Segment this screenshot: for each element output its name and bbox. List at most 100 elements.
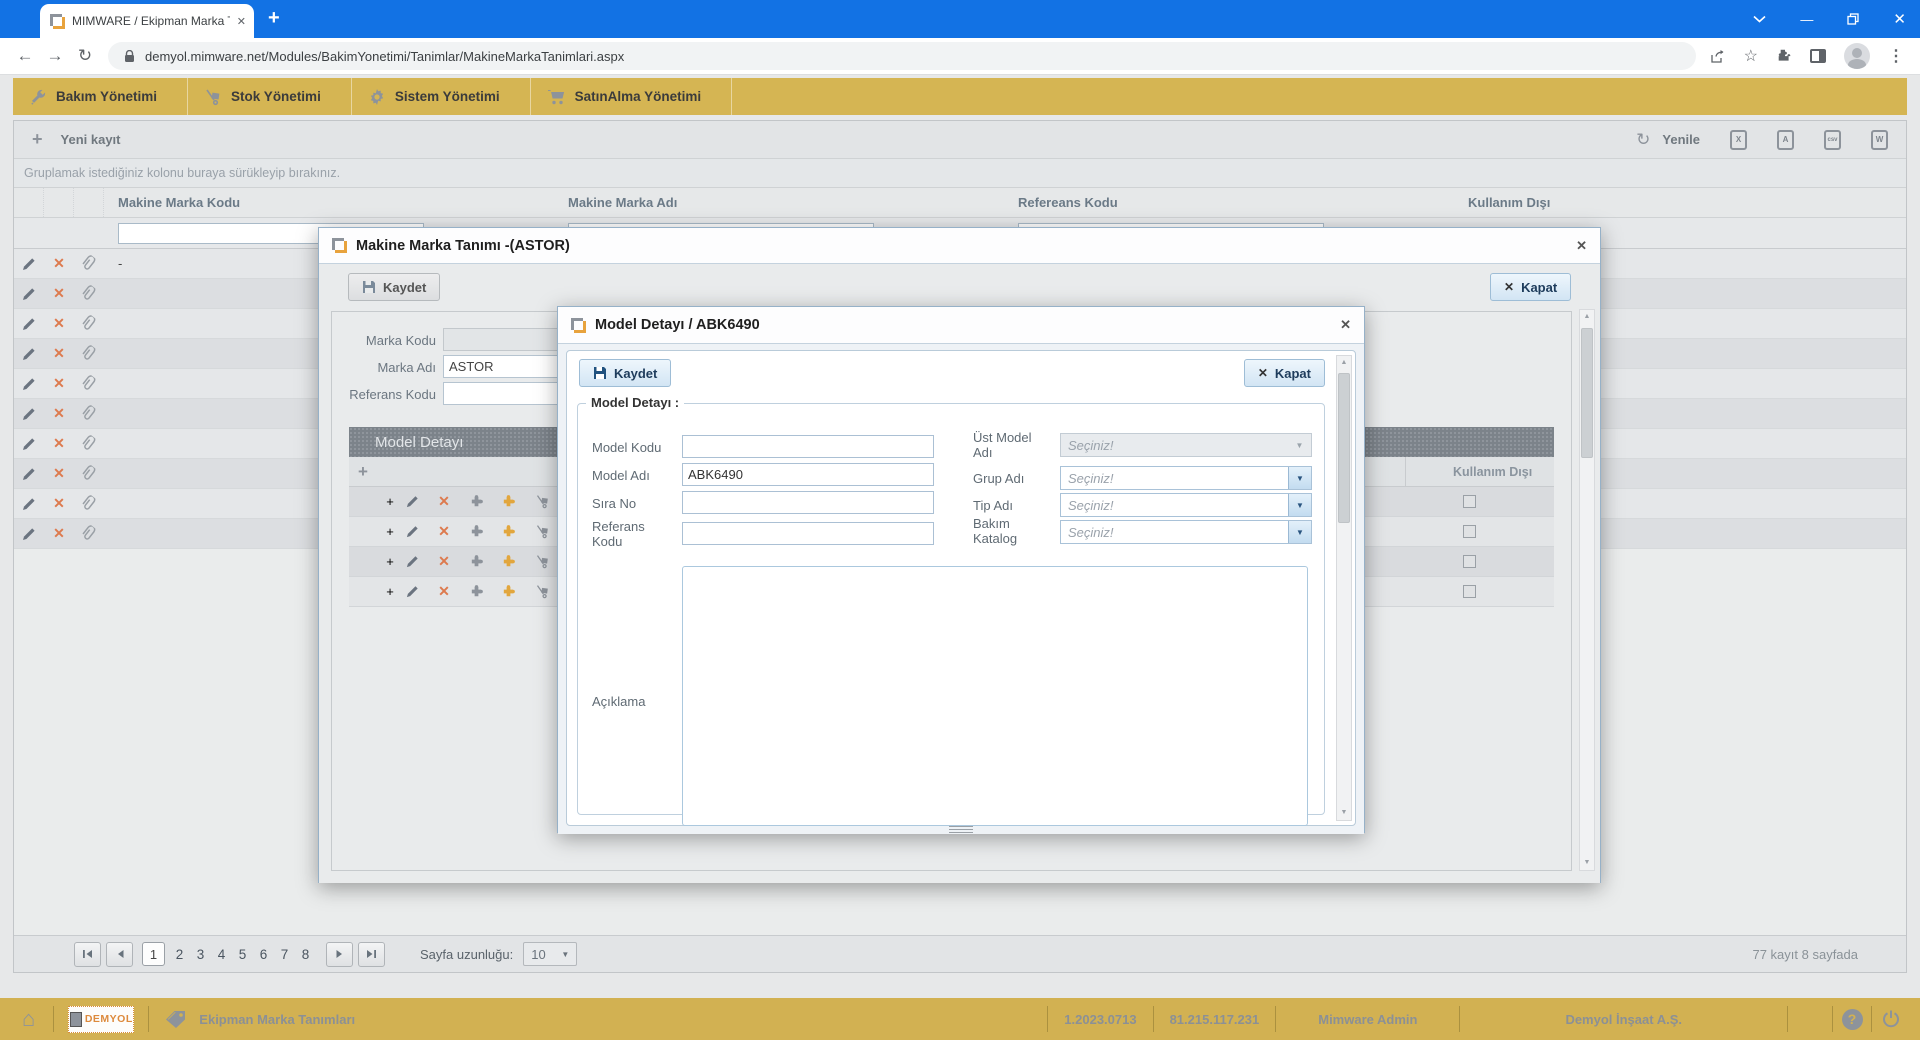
window-close-icon[interactable]: ✕ [1893,10,1906,28]
chevron-down-icon[interactable]: ▼ [1288,521,1311,543]
browser-tab[interactable]: MIMWARE / Ekipman Marka Tanı ✕ [40,4,254,38]
column-header-referans-kodu[interactable]: Refereans Kodu [1004,195,1454,210]
sira-no-input[interactable] [682,491,934,514]
scroll-down-icon[interactable]: ▼ [1341,806,1348,820]
modal-titlebar[interactable]: Makine Marka Tanımı -(ASTOR) ✕ [319,228,1600,264]
export-word-icon[interactable]: W [1871,130,1888,150]
refresh-button[interactable]: ↻ Yenile [1636,130,1700,150]
chevron-down-icon[interactable]: ▼ [1288,467,1311,489]
modal-close-icon[interactable]: ✕ [1576,238,1587,254]
kapat-button[interactable]: ✕ Kapat [1244,359,1325,387]
forward-icon[interactable]: → [40,46,70,66]
edit-pencil-icon[interactable] [14,459,44,488]
pager-page[interactable]: 8 [295,947,316,962]
new-record-plus-icon[interactable]: + [32,129,43,150]
handtruck-icon[interactable] [531,521,553,543]
delete-x-icon[interactable]: ✕ [433,581,455,603]
demyol-logo[interactable]: DEMYOL [68,1006,134,1033]
group-drop-zone[interactable]: Gruplamak istediğiniz kolonu buraya sürü… [14,159,1906,188]
delete-x-icon[interactable]: ✕ [44,369,74,398]
delete-x-icon[interactable]: ✕ [44,309,74,338]
chevron-down-icon[interactable]: ▼ [1288,494,1311,516]
edit-pencil-icon[interactable] [14,339,44,368]
pager-last-icon[interactable] [358,942,385,967]
attachment-paperclip-icon[interactable] [74,459,104,488]
pager-page[interactable]: 3 [190,947,211,962]
delete-x-icon[interactable]: ✕ [44,279,74,308]
pager-page[interactable]: 6 [253,947,274,962]
column-header-kullanim-disi[interactable]: Kullanım Dışı [1453,465,1532,479]
edit-pencil-icon[interactable] [401,581,423,603]
page-length-select[interactable]: 10 ▼ [523,942,577,966]
modal-titlebar[interactable]: Model Detayı / ABK6490 ✕ [558,307,1364,344]
model-adi-input[interactable] [682,463,934,486]
model-kodu-input[interactable] [682,435,934,458]
pager-prev-icon[interactable] [106,942,133,967]
delete-x-icon[interactable]: ✕ [44,459,74,488]
edit-pencil-icon[interactable] [14,429,44,458]
menu-stok-yonetimi[interactable]: Stok Yönetimi [188,78,352,115]
pager-next-icon[interactable] [326,942,353,967]
menu-satinalma-yonetimi[interactable]: SatınAlma Yönetimi [531,78,733,115]
extensions-puzzle-icon[interactable] [1776,48,1792,64]
delete-x-icon[interactable]: ✕ [44,519,74,548]
handtruck-icon[interactable] [531,491,553,513]
puzzle-gray-icon[interactable] [465,551,487,573]
grup-adi-select[interactable]: Seçiniz! ▼ [1060,466,1312,490]
kaydet-button[interactable]: Kaydet [348,273,440,301]
referans-kodu-input[interactable] [682,522,934,545]
add-icon[interactable]: + [379,581,401,603]
menu-bakim-yonetimi[interactable]: Bakım Yönetimi [13,78,188,115]
kullanim-disi-checkbox[interactable] [1463,555,1476,568]
tip-adi-select[interactable]: Seçiniz! ▼ [1060,493,1312,517]
pager-page-current[interactable]: 1 [142,942,165,966]
delete-x-icon[interactable]: ✕ [44,399,74,428]
attachment-paperclip-icon[interactable] [74,279,104,308]
puzzle-gray-icon[interactable] [465,491,487,513]
edit-pencil-icon[interactable] [14,399,44,428]
attachment-paperclip-icon[interactable] [74,249,104,278]
back-icon[interactable]: ← [10,46,40,66]
browser-menu-dots-icon[interactable]: ⋮ [1888,46,1904,66]
puzzle-gray-icon[interactable] [465,581,487,603]
modal-scrollbar[interactable]: ▲ ▼ [1336,355,1352,821]
kullanim-disi-checkbox[interactable] [1463,495,1476,508]
delete-x-icon[interactable]: ✕ [433,551,455,573]
new-tab-button[interactable]: + [268,8,280,28]
reload-icon[interactable]: ↻ [70,46,100,66]
edit-pencil-icon[interactable] [14,279,44,308]
bakim-katalog-select[interactable]: Seçiniz! ▼ [1060,520,1312,544]
attachment-paperclip-icon[interactable] [74,339,104,368]
pager-page[interactable]: 5 [232,947,253,962]
modal-resize-handle[interactable] [949,826,973,833]
puzzle-yellow-icon[interactable] [497,491,519,513]
window-restore-icon[interactable] [1847,13,1859,25]
window-menu-chevron-icon[interactable] [1753,15,1766,23]
puzzle-gray-icon[interactable] [465,521,487,543]
profile-avatar[interactable] [1844,43,1870,69]
logout-power-icon[interactable] [1872,1009,1910,1029]
export-pdf-icon[interactable]: A [1777,130,1794,150]
kullanim-disi-checkbox[interactable] [1463,585,1476,598]
aciklama-textarea[interactable] [682,566,1308,826]
edit-pencil-icon[interactable] [14,519,44,548]
column-header-kullanim-disi[interactable]: Kullanım Dışı [1454,195,1906,210]
puzzle-yellow-icon[interactable] [497,521,519,543]
kapat-button[interactable]: ✕ Kapat [1490,273,1571,301]
pager-page[interactable]: 7 [274,947,295,962]
address-bar[interactable]: demyol.mimware.net/Modules/BakimYonetimi… [108,42,1696,70]
export-csv-icon[interactable]: csv [1824,130,1841,150]
edit-pencil-icon[interactable] [14,489,44,518]
scroll-thumb[interactable] [1581,328,1593,458]
scroll-thumb[interactable] [1338,373,1350,523]
puzzle-yellow-icon[interactable] [497,581,519,603]
add-icon[interactable]: + [379,551,401,573]
window-minimize-icon[interactable]: — [1800,12,1813,27]
share-icon[interactable] [1710,49,1726,64]
add-icon[interactable]: + [379,521,401,543]
delete-x-icon[interactable]: ✕ [433,491,455,513]
kaydet-button[interactable]: Kaydet [579,359,671,387]
edit-pencil-icon[interactable] [14,249,44,278]
kullanim-disi-checkbox[interactable] [1463,525,1476,538]
home-icon[interactable]: ⌂ [22,1006,35,1032]
